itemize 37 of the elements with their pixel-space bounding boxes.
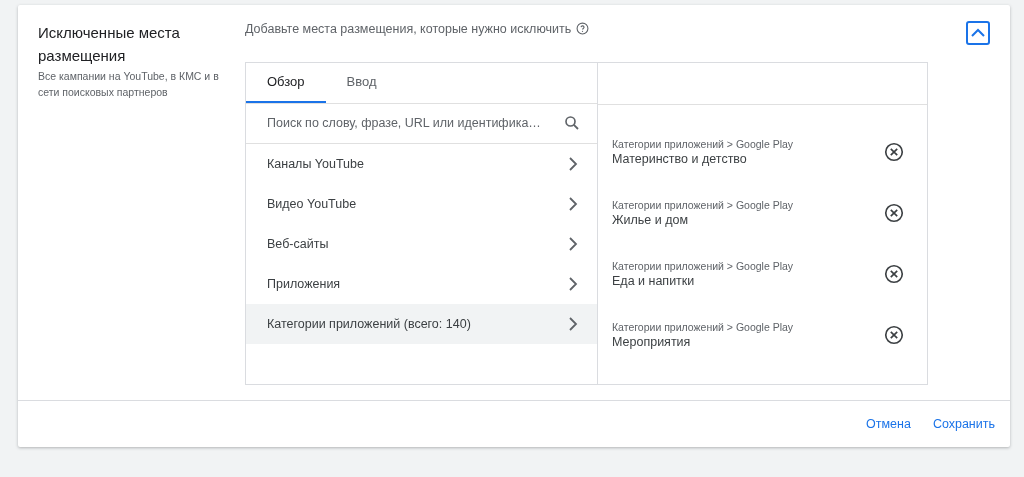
category-label: Видео YouTube bbox=[267, 196, 357, 211]
placement-name: Жилье и дом bbox=[612, 211, 690, 229]
category-item[interactable]: Приложения bbox=[246, 263, 597, 304]
category-path: Категории приложений > Google Play bbox=[612, 136, 794, 151]
category-item[interactable]: Видео YouTube bbox=[246, 183, 597, 224]
placement-name: Мероприятия bbox=[612, 333, 692, 351]
footer-button[interactable]: Отмена bbox=[859, 411, 918, 437]
category-path: Категории приложений > Google Play bbox=[612, 319, 794, 334]
remove-button[interactable] bbox=[883, 202, 905, 225]
remove-button[interactable] bbox=[883, 141, 905, 164]
category-label: Веб-сайты bbox=[267, 236, 329, 251]
footer-button[interactable]: Сохранить bbox=[925, 411, 1002, 437]
tab[interactable]: Ввод bbox=[325, 62, 398, 103]
category-item[interactable]: Веб-сайты bbox=[246, 223, 597, 264]
placement-name: Материнство и детство bbox=[612, 150, 748, 168]
category-path: Категории приложений > Google Play bbox=[612, 197, 794, 212]
collapse-button[interactable] bbox=[966, 21, 990, 45]
help-icon[interactable] bbox=[576, 22, 590, 36]
category-item[interactable]: Категории приложений (всего: 140) bbox=[246, 303, 597, 344]
tab[interactable]: Обзор bbox=[246, 62, 326, 103]
category-label: Приложения bbox=[267, 276, 341, 291]
remove-button[interactable] bbox=[883, 324, 905, 347]
chevron-right-icon bbox=[567, 235, 579, 252]
category-label: Каналы YouTube bbox=[267, 156, 364, 171]
prompt-text: Добавьте места размещения, которые нужно исключить bbox=[245, 21, 572, 36]
section-title: Исключенные места размещения bbox=[38, 23, 181, 66]
section-subtitle: Все кампании на YouTube, в КМС и в сети поисковых партнеров bbox=[38, 69, 220, 100]
chevron-right-icon bbox=[567, 275, 579, 292]
category-path: Категории приложений > Google Play bbox=[612, 258, 794, 273]
chevron-right-icon bbox=[567, 315, 579, 332]
chevron-right-icon bbox=[567, 195, 579, 212]
remove-button[interactable] bbox=[883, 263, 905, 286]
category-label: Категории приложений (всего: 140) bbox=[267, 316, 471, 331]
placement-name: Еда и напитки bbox=[612, 272, 696, 290]
chevron-right-icon bbox=[567, 155, 579, 172]
chevron-up-icon bbox=[970, 27, 986, 39]
category-item[interactable]: Каналы YouTube bbox=[246, 143, 597, 184]
